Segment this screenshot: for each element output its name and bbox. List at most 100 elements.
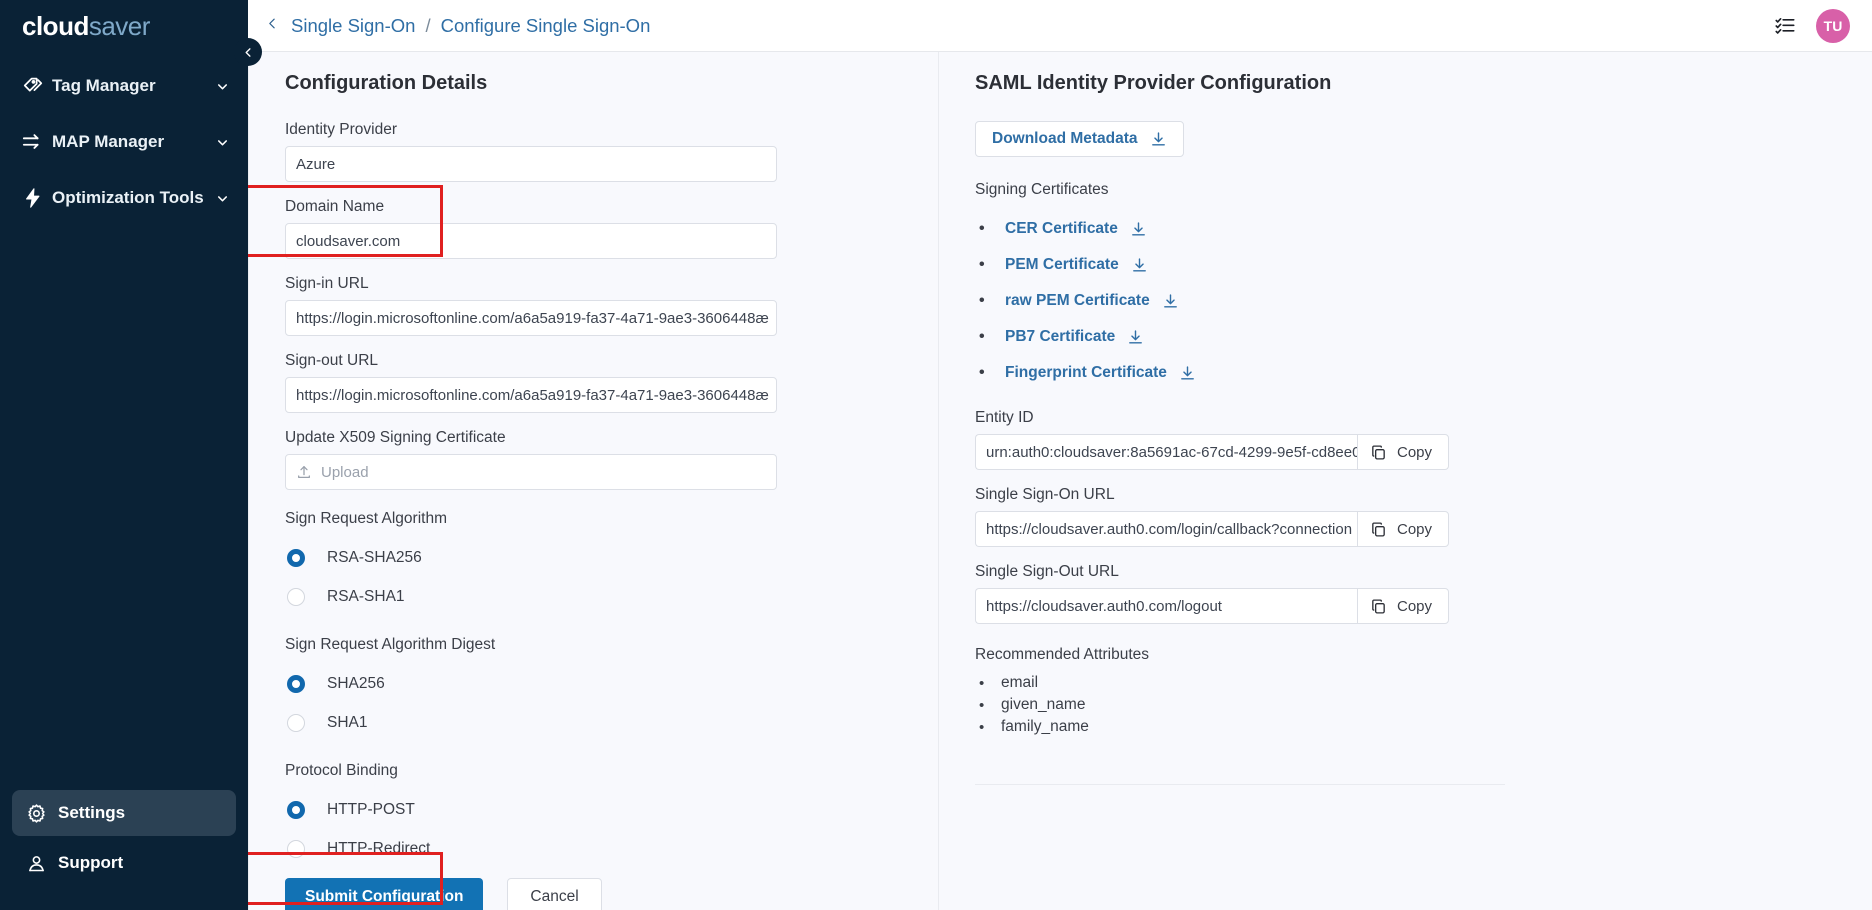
radio-option-sha1[interactable]: SHA1 — [285, 703, 906, 742]
sidebar-item-optimization-tools[interactable]: Optimization Tools — [0, 170, 248, 226]
page-content: Configuration Details Identity Provider … — [248, 52, 1872, 910]
download-icon[interactable] — [1179, 365, 1196, 382]
chevron-down-icon[interactable] — [212, 135, 230, 150]
upload-icon — [296, 464, 312, 480]
list-item-pb7-certificate[interactable]: PB7 Certificate — [975, 319, 1505, 355]
download-icon — [1150, 131, 1167, 148]
list-item-raw-pem-certificate[interactable]: raw PEM Certificate — [975, 283, 1505, 319]
radio-label: HTTP-POST — [327, 801, 415, 819]
protocol-binding-label: Protocol Binding — [285, 762, 906, 780]
download-icon[interactable] — [1127, 329, 1144, 346]
form-actions: Submit Configuration Cancel — [285, 878, 906, 910]
avatar[interactable]: TU — [1816, 9, 1850, 43]
breadcrumb-current[interactable]: Configure Single Sign-On — [441, 15, 651, 37]
identity-provider-field: Identity Provider Azure — [285, 121, 906, 182]
radio-option-rsa-sha1[interactable]: RSA-SHA1 — [285, 577, 906, 616]
certificate-link[interactable]: Fingerprint Certificate — [1005, 364, 1167, 382]
bolt-icon — [22, 187, 52, 209]
single-sign-on-url-input[interactable]: https://cloudsaver.auth0.com/login/callb… — [975, 511, 1357, 547]
copy-label: Copy — [1397, 444, 1432, 461]
radio-option-sha256[interactable]: SHA256 — [285, 664, 906, 703]
x509-upload-label: Update X509 Signing Certificate — [285, 429, 906, 447]
sidebar-item-support[interactable]: Support — [12, 840, 236, 886]
certificate-link[interactable]: CER Certificate — [1005, 220, 1118, 238]
sign-out-url-input[interactable]: https://login.microsoftonline.com/a6a5a9… — [285, 377, 777, 413]
configuration-details-column: Configuration Details Identity Provider … — [249, 52, 939, 910]
single-sign-out-url-input[interactable]: https://cloudsaver.auth0.com/logout — [975, 588, 1357, 624]
sidebar-item-map-manager[interactable]: MAP Manager — [0, 114, 248, 170]
brand-logo[interactable]: cloudsaver — [0, 0, 248, 52]
identity-provider-label: Identity Provider — [285, 121, 906, 139]
download-metadata-button[interactable]: Download Metadata — [975, 121, 1184, 157]
radio-button[interactable] — [287, 549, 305, 567]
entity-id-label: Entity ID — [975, 409, 1505, 427]
app-root: cloudsaver Tag Manager — [0, 0, 1872, 910]
single-sign-on-url-field: Single Sign-On URL https://cloudsaver.au… — [975, 486, 1505, 547]
radio-button[interactable] — [287, 714, 305, 732]
back-button[interactable] — [266, 15, 279, 36]
copy-entity-id-button[interactable]: Copy — [1357, 434, 1449, 470]
sidebar: cloudsaver Tag Manager — [0, 0, 248, 910]
list-item-given-name: given_name — [975, 694, 1505, 716]
sidebar-nav: Tag Manager MAP Manager — [0, 58, 248, 226]
sidebar-item-tag-manager[interactable]: Tag Manager — [0, 58, 248, 114]
sign-out-url-label: Sign-out URL — [285, 352, 906, 370]
sign-request-algorithm-digest-label: Sign Request Algorithm Digest — [285, 636, 906, 654]
support-agent-icon — [26, 853, 58, 874]
page-title: Configuration Details — [285, 72, 906, 95]
domain-name-field: Domain Name cloudsaver.com — [285, 198, 906, 259]
checklist-icon[interactable] — [1774, 15, 1796, 37]
copy-single-sign-out-url-button[interactable]: Copy — [1357, 588, 1449, 624]
list-item-fingerprint-certificate[interactable]: Fingerprint Certificate — [975, 355, 1505, 391]
certificate-link[interactable]: raw PEM Certificate — [1005, 292, 1150, 310]
sidebar-item-label: Optimization Tools — [52, 188, 212, 208]
domain-name-input[interactable]: cloudsaver.com — [285, 223, 777, 259]
tag-icon — [22, 75, 52, 97]
certificate-link[interactable]: PB7 Certificate — [1005, 328, 1115, 346]
attribute-name: given_name — [1001, 696, 1085, 714]
radio-button[interactable] — [287, 801, 305, 819]
download-icon[interactable] — [1130, 221, 1147, 238]
entity-id-field: Entity ID urn:auth0:cloudsaver:8a5691ac-… — [975, 409, 1505, 470]
radio-option-http-post[interactable]: HTTP-POST — [285, 790, 906, 829]
list-item-pem-certificate[interactable]: PEM Certificate — [975, 247, 1505, 283]
submit-configuration-button[interactable]: Submit Configuration — [285, 878, 483, 910]
entity-id-row: urn:auth0:cloudsaver:8a5691ac-67cd-4299-… — [975, 434, 1505, 470]
chevron-down-icon[interactable] — [212, 191, 230, 206]
cancel-button[interactable]: Cancel — [507, 878, 601, 910]
radio-button[interactable] — [287, 675, 305, 693]
list-item-cer-certificate[interactable]: CER Certificate — [975, 211, 1505, 247]
gear-icon — [26, 803, 58, 824]
chevron-down-icon[interactable] — [212, 79, 230, 94]
x509-upload-input[interactable]: Upload — [285, 454, 777, 490]
radio-option-http-redirect[interactable]: HTTP-Redirect — [285, 829, 906, 868]
single-sign-out-url-field: Single Sign-Out URL https://cloudsaver.a… — [975, 563, 1505, 624]
copy-icon — [1370, 521, 1387, 538]
sidebar-item-label: Support — [58, 853, 123, 873]
radio-label: SHA1 — [327, 714, 368, 732]
copy-icon — [1370, 444, 1387, 461]
sign-in-url-input[interactable]: https://login.microsoftonline.com/a6a5a9… — [285, 300, 777, 336]
radio-label: RSA-SHA256 — [327, 549, 422, 567]
sidebar-item-settings[interactable]: Settings — [12, 790, 236, 836]
brand-logo-part1: cloud — [22, 11, 89, 42]
certificate-link[interactable]: PEM Certificate — [1005, 256, 1119, 274]
radio-option-rsa-sha256[interactable]: RSA-SHA256 — [285, 538, 906, 577]
entity-id-input[interactable]: urn:auth0:cloudsaver:8a5691ac-67cd-4299-… — [975, 434, 1357, 470]
main-area: Single Sign-On / Configure Single Sign-O… — [248, 0, 1872, 910]
breadcrumb-parent[interactable]: Single Sign-On — [291, 15, 415, 37]
copy-single-sign-on-url-button[interactable]: Copy — [1357, 511, 1449, 547]
arrows-right-icon — [22, 131, 52, 153]
signing-certificates-list: CER Certificate PEM Certificate — [975, 211, 1505, 391]
download-icon[interactable] — [1131, 257, 1148, 274]
single-sign-on-url-row: https://cloudsaver.auth0.com/login/callb… — [975, 511, 1505, 547]
identity-provider-input[interactable]: Azure — [285, 146, 777, 182]
radio-button[interactable] — [287, 588, 305, 606]
copy-label: Copy — [1397, 598, 1432, 615]
download-icon[interactable] — [1162, 293, 1179, 310]
x509-upload-field: Update X509 Signing Certificate Upload — [285, 429, 906, 490]
panel-divider — [975, 784, 1505, 785]
brand-logo-part2: saver — [89, 11, 150, 42]
sidebar-collapse-button[interactable] — [234, 38, 262, 66]
radio-button[interactable] — [287, 840, 305, 858]
